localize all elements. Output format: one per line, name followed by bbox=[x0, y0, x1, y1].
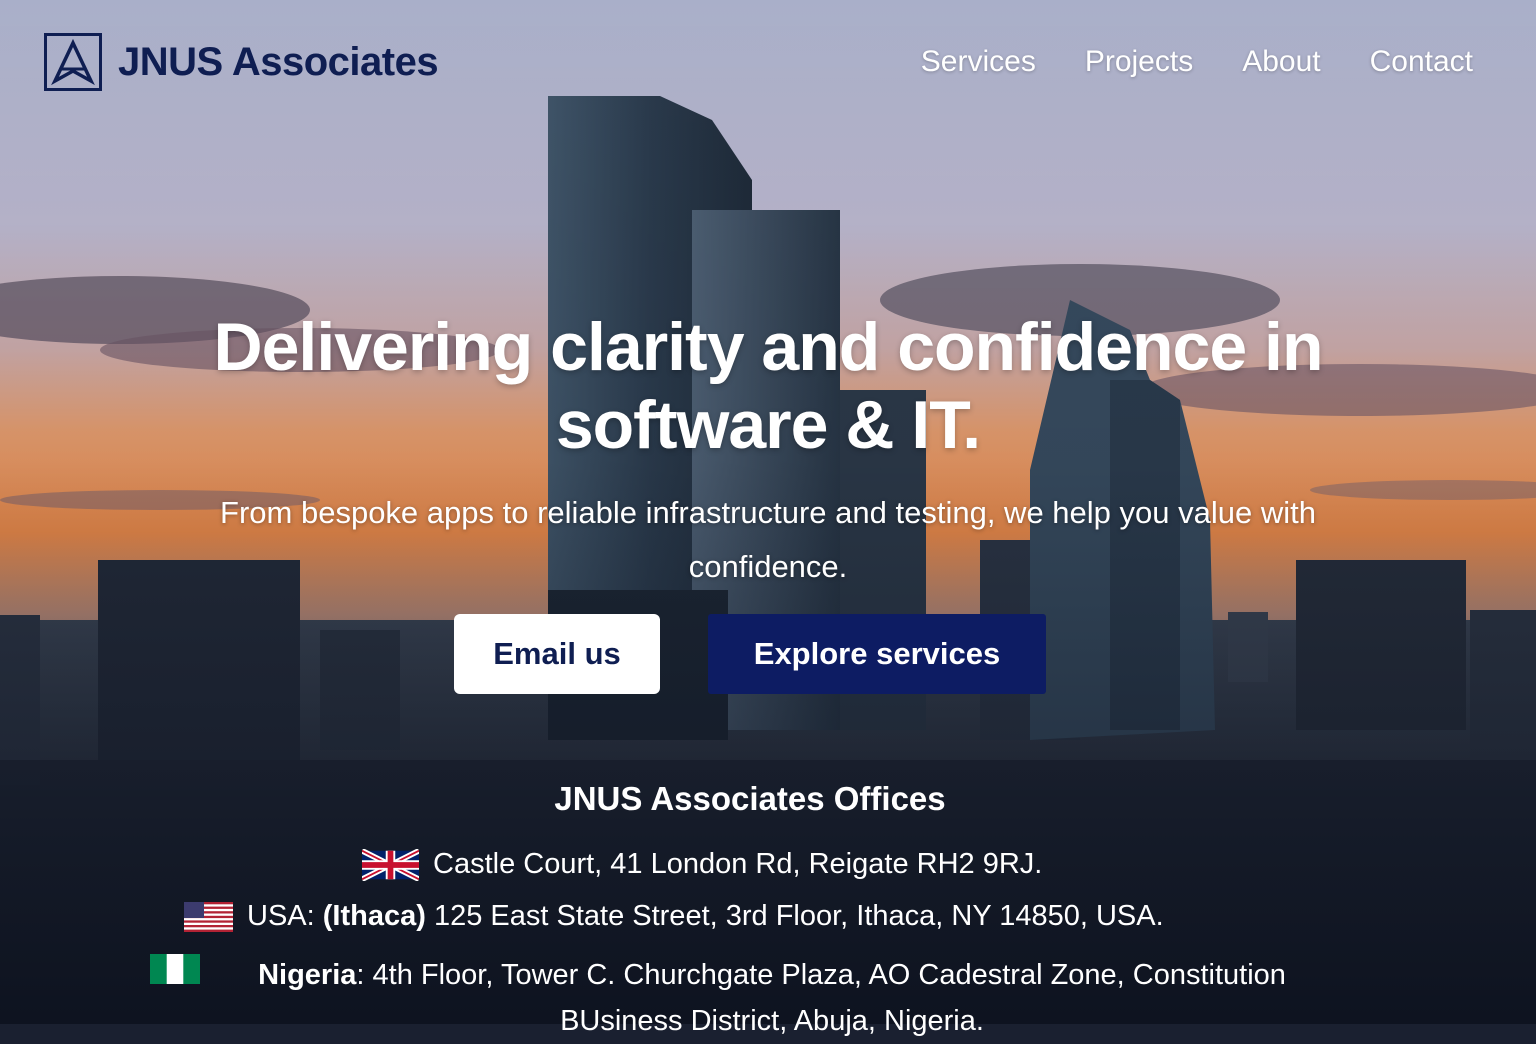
nav-services[interactable]: Services bbox=[921, 45, 1036, 79]
nigeria-flag-icon bbox=[150, 954, 200, 984]
office-nigeria-address: : 4th Floor, Tower C. Churchgate Plaza, … bbox=[356, 959, 1286, 1037]
nav-links: Services Projects About Contact bbox=[872, 45, 1473, 79]
brand-name: JNUS Associates bbox=[118, 39, 439, 84]
office-usa-address: 125 East State Street, 3rd Floor, Ithaca… bbox=[433, 900, 1164, 932]
hero-subheadline: From bespoke apps to reliable infrastruc… bbox=[220, 495, 1316, 584]
office-usa: USA: (Ithaca) 125 East State Street, 3rd… bbox=[184, 900, 1164, 933]
nav-about[interactable]: About bbox=[1242, 45, 1320, 79]
email-us-button[interactable]: Email us bbox=[454, 614, 660, 694]
office-uk-address: Castle Court, 41 London Rd, Reigate RH2 … bbox=[433, 848, 1043, 880]
logo[interactable]: JNUS Associates bbox=[44, 33, 439, 91]
offices-section: JNUS Associates Offices Castle Court, 41… bbox=[0, 778, 1536, 1037]
explore-services-button[interactable]: Explore services bbox=[708, 614, 1046, 694]
nav-contact[interactable]: Contact bbox=[1370, 45, 1473, 79]
hero-section: Delivering clarity and confidence in sof… bbox=[0, 308, 1536, 594]
office-nigeria-country: Nigeria bbox=[258, 959, 357, 991]
top-navigation: JNUS Associates Services Projects About … bbox=[0, 0, 1536, 130]
hero-headline: Delivering clarity and confidence in sof… bbox=[213, 309, 1324, 463]
office-nigeria: Nigeria: 4th Floor, Tower C. Churchgate … bbox=[212, 952, 1332, 1044]
office-usa-country: USA: bbox=[247, 900, 315, 932]
us-flag-icon bbox=[184, 901, 233, 932]
triangle-logo-icon bbox=[44, 33, 102, 91]
offices-title: JNUS Associates Offices bbox=[554, 780, 946, 817]
office-usa-city: (Ithaca) bbox=[322, 900, 426, 932]
office-uk: Castle Court, 41 London Rd, Reigate RH2 … bbox=[362, 848, 1042, 881]
uk-flag-icon bbox=[362, 848, 419, 881]
nav-projects[interactable]: Projects bbox=[1085, 45, 1193, 79]
